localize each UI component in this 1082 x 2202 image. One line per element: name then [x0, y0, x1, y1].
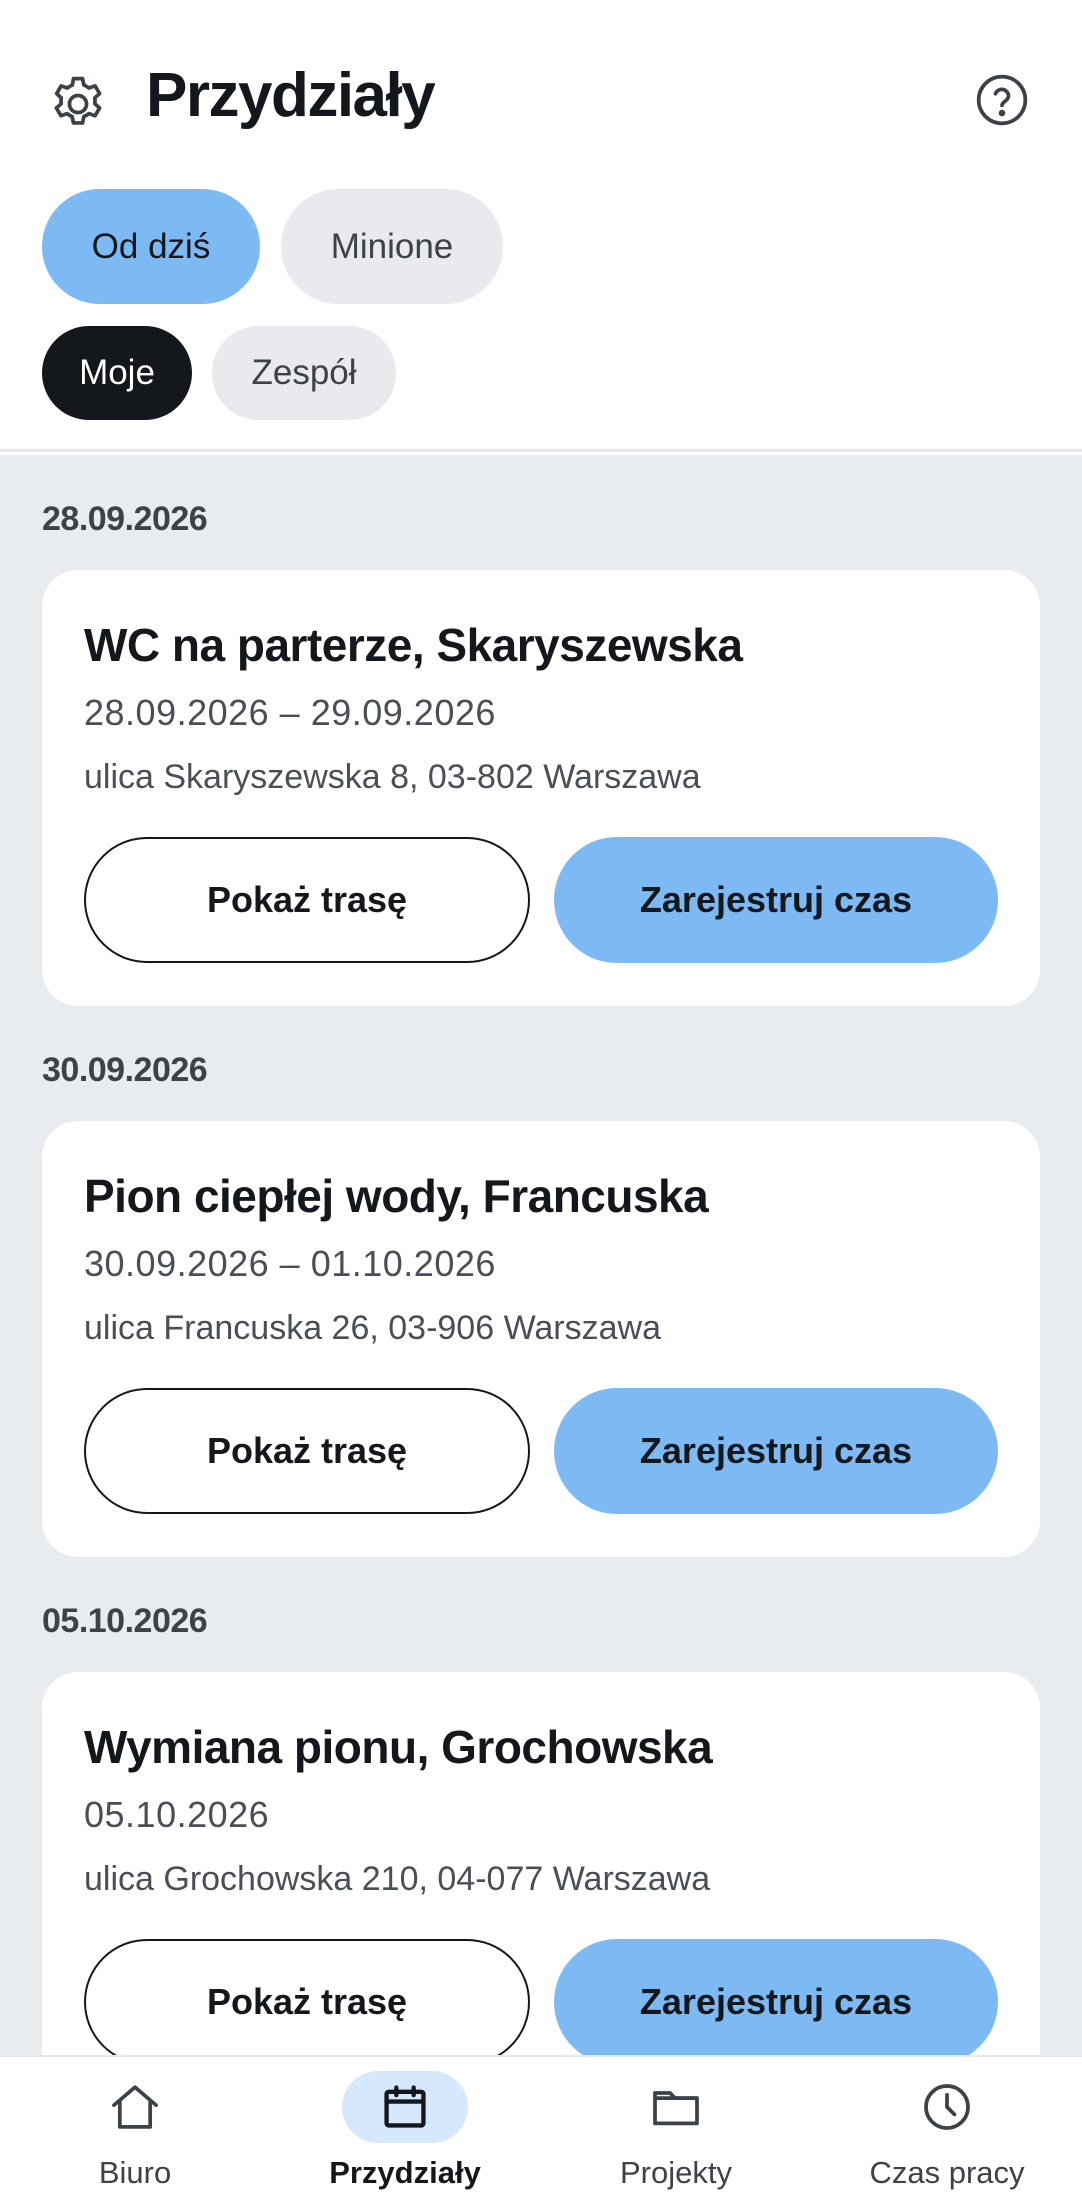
assignment-date-range: 05.10.2026: [84, 1794, 270, 1835]
assignment-title: Pion ciepłej wody, Francuska: [84, 1170, 709, 1222]
clock-icon: [884, 2071, 1010, 2143]
assignment-title: Wymiana pionu, Grochowska: [84, 1721, 713, 1773]
assignment-address: ulica Grochowska 210, 04-077 Warszawa: [84, 1860, 711, 1898]
date-group-label: 28.09.2026: [42, 500, 208, 538]
assignments-list[interactable]: 28.09.2026 WC na parterze, Skaryszewska …: [0, 455, 1082, 2055]
date-group-label: 30.09.2026: [42, 1051, 208, 1089]
page-title: Przydziały: [146, 61, 436, 130]
log-time-button[interactable]: Zarejestruj czas: [554, 1388, 998, 1514]
help-circle-icon[interactable]: [974, 72, 1030, 128]
filter-chip-moje[interactable]: Moje: [42, 326, 192, 420]
assignment-card[interactable]: Wymiana pionu, Grochowska 05.10.2026 uli…: [42, 1672, 1040, 2055]
filter-chip-od-dzis[interactable]: Od dziś: [42, 189, 260, 304]
nav-item-biuro[interactable]: Biuro: [0, 2057, 270, 2202]
show-route-button[interactable]: Pokaż trasę: [84, 1939, 530, 2055]
assignment-title: WC na parterze, Skaryszewska: [84, 619, 743, 671]
app-screen: Przydziały Od dziś Minione Moje Zespół 2…: [0, 0, 1082, 2202]
assignment-date-range: 28.09.2026 – 29.09.2026: [84, 692, 496, 733]
filter-chip-zespol[interactable]: Zespół: [212, 326, 396, 420]
home-icon: [72, 2071, 198, 2143]
show-route-button[interactable]: Pokaż trasę: [84, 837, 530, 963]
header: Przydziały Od dziś Minione Moje Zespół: [0, 0, 1082, 452]
log-time-button[interactable]: Zarejestruj czas: [554, 1939, 998, 2055]
assignment-card[interactable]: Pion ciepłej wody, Francuska 30.09.2026 …: [42, 1121, 1040, 1557]
folder-icon: [613, 2071, 739, 2143]
calendar-icon: [342, 2071, 468, 2143]
nav-item-projekty[interactable]: Projekty: [541, 2057, 811, 2202]
date-group-label: 05.10.2026: [42, 1602, 208, 1640]
nav-label: Przydziały: [329, 2155, 481, 2190]
gear-icon[interactable]: [44, 70, 112, 138]
assignment-date-range: 30.09.2026 – 01.10.2026: [84, 1243, 496, 1284]
assignment-address: ulica Francuska 26, 03-906 Warszawa: [84, 1309, 662, 1347]
nav-item-czas-pracy[interactable]: Czas pracy: [812, 2057, 1082, 2202]
assignment-address: ulica Skaryszewska 8, 03-802 Warszawa: [84, 758, 701, 796]
filter-chip-minione[interactable]: Minione: [281, 189, 503, 304]
nav-label: Projekty: [620, 2155, 732, 2190]
assignment-card[interactable]: WC na parterze, Skaryszewska 28.09.2026 …: [42, 570, 1040, 1006]
nav-label: Czas pracy: [869, 2155, 1025, 2190]
nav-item-przydzialy[interactable]: Przydziały: [270, 2057, 540, 2202]
log-time-button[interactable]: Zarejestruj czas: [554, 837, 998, 963]
show-route-button[interactable]: Pokaż trasę: [84, 1388, 530, 1514]
bottom-navigation: Biuro Przydziały Projekty Czas pracy: [0, 2055, 1082, 2202]
nav-label: Biuro: [98, 2155, 172, 2190]
